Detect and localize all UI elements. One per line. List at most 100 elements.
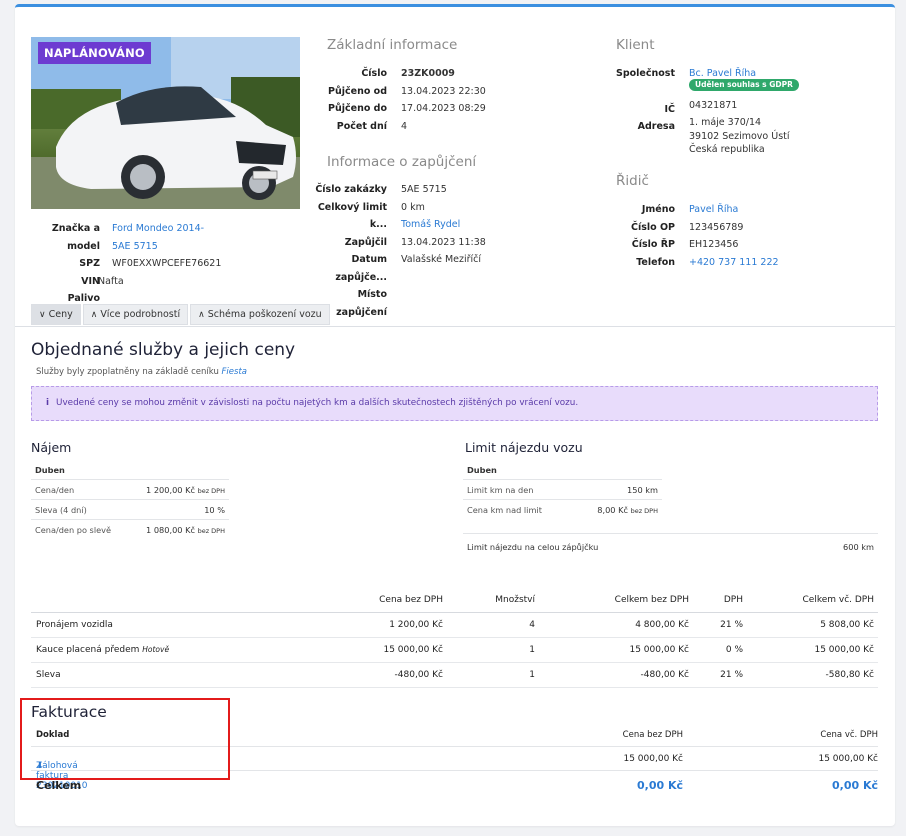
ic-value: 04321871: [689, 99, 738, 111]
tab-damage-scheme[interactable]: ∧ Schéma poškození vozu: [190, 304, 330, 325]
detail-tabs: ∨ Ceny ∧ Více podrobností ∧ Schéma poškozen…: [31, 304, 330, 325]
vin-value: WF0EXXWPCEFE76621: [112, 258, 222, 269]
services-title: Objednané služby a jejich ceny: [31, 340, 296, 360]
rent-table: Duben Cena/den 1 200,00 Kč bez DPH Sleva …: [31, 460, 229, 540]
vin-label: VIN: [81, 275, 100, 287]
col-total-vat: Celkem vč. DPH: [747, 588, 878, 613]
mileage-row-value: 8,00 Kč: [597, 505, 628, 515]
service-price: 1 200,00 Kč: [201, 612, 447, 638]
loan-date-value: 13.04.2023 11:38: [401, 236, 486, 248]
price-change-alert: i Uvedené ceny se mohou změnit v závislos…: [31, 386, 878, 421]
rent-row-value: 10 %: [204, 504, 225, 515]
services-subtitle: Služby byly zpoplatněny na základě ceník…: [36, 367, 247, 377]
tab-prices-label: Ceny: [48, 309, 73, 320]
invoice-net: 15 000,00 Kč: [623, 754, 683, 764]
service-total: -480,00 Kč: [539, 662, 693, 688]
rent-row-label: Cena/den po slevě: [35, 525, 112, 535]
chevron-down-icon: ∨: [39, 310, 46, 320]
alert-text: Uvedené ceny se mohou změnit v závislost…: [56, 398, 579, 408]
tabs-divider: [15, 326, 895, 327]
driver-title: Řidič: [616, 173, 649, 189]
from-value: 13.04.2023 22:30: [401, 85, 486, 97]
mileage-title: Limit nájezdu vozu: [465, 440, 583, 455]
lent-by-label: Zapůjčil: [344, 236, 387, 248]
reservation-number: 23ZK0009: [401, 68, 455, 79]
service-vat: 0 %: [693, 637, 747, 663]
mileage-table: Duben Limit km na den 150 km Cena km nad …: [463, 460, 662, 520]
total-gross: 0,00 Kč: [831, 779, 878, 792]
mileage-month: Duben: [463, 460, 662, 480]
col-price: Cena bez DPH: [201, 588, 447, 613]
days-value: 4: [401, 120, 408, 132]
mileage-row-value: 150 km: [627, 484, 658, 495]
rent-row-value: 1 080,00 Kč: [146, 525, 195, 535]
table-row: Cena/den 1 200,00 Kč bez DPH: [31, 480, 229, 500]
reservation-card: NAPLÁNOVÁNO Značka a model SPZ VIN Paliv…: [15, 4, 895, 826]
service-total: 4 800,00 Kč: [539, 612, 693, 638]
phone-link[interactable]: +420 737 111 222: [689, 254, 779, 272]
table-row: Sleva (4 dní) 10 %: [31, 500, 229, 520]
service-vat: 21 %: [693, 662, 747, 688]
vehicle-info: Značka a model SPZ VIN Palivo Ford Monde…: [21, 220, 222, 308]
table-row: Sleva -480,00 Kč 1 -480,00 Kč 21 % -580,…: [31, 662, 878, 688]
address-line3: Česká republika: [689, 144, 765, 155]
brand-model-link[interactable]: Ford Mondeo 2014-: [112, 220, 221, 238]
phone-label: Telefon: [636, 256, 675, 268]
chevron-up-icon: ∧: [198, 310, 205, 320]
loan-info-title: Informace o zapůjčení: [327, 154, 477, 170]
col-net: Cena bez DPH: [622, 730, 683, 740]
service-price: -480,00 Kč: [201, 662, 447, 688]
tab-more-details[interactable]: ∧ Více podrobností: [82, 304, 189, 325]
col-qty: Množství: [447, 588, 539, 613]
brand-model-label: Značka a model: [51, 223, 100, 252]
vehicle-photo: NAPLÁNOVÁNO: [31, 37, 300, 209]
service-total-vat: -580,80 Kč: [747, 662, 878, 688]
rp-label: Číslo ŘP: [631, 239, 675, 250]
to-label: Půjčeno do: [328, 103, 387, 114]
driver-name-link[interactable]: Pavel Říha: [689, 201, 779, 219]
col-vat: DPH: [693, 588, 747, 613]
rent-title: Nájem: [31, 440, 72, 455]
pricelist-link[interactable]: Fiesta: [222, 367, 247, 377]
days-label: Počet dní: [336, 120, 387, 132]
service-total-vat: 5 808,00 Kč: [747, 612, 878, 638]
service-qty: 4: [447, 612, 539, 638]
order-label: Číslo zakázky: [315, 184, 387, 195]
tab-prices[interactable]: ∨ Ceny: [31, 304, 81, 325]
service-qty: 1: [447, 637, 539, 663]
chevron-up-icon: ∧: [90, 310, 98, 320]
lent-by-link[interactable]: Tomáš Rydel: [401, 216, 486, 234]
order-value: 5AE 5715: [401, 184, 447, 195]
spz-link[interactable]: 5AE 5715: [112, 238, 221, 256]
tab-more-details-label: Více podrobností: [100, 309, 181, 320]
ic-label: IČ: [664, 103, 675, 115]
info-icon: i: [46, 398, 50, 408]
driver-name-label: Jméno: [641, 204, 675, 215]
table-row: Limit km na den 150 km: [463, 480, 662, 500]
op-label: Číslo OP: [630, 221, 675, 233]
loan-date-label: Datum zapůjče...: [335, 254, 387, 283]
driver-info: Jméno Číslo OP Číslo ŘP Telefon Pavel Ří…: [595, 201, 779, 271]
rent-row-value: 1 200,00 Kč: [146, 484, 195, 495]
mileage-total: Limit nájezdu na celou zápůjčku 600 km: [463, 533, 878, 552]
basic-info-title: Základní informace: [327, 37, 458, 53]
table-row: Pronájem vozidla 1 200,00 Kč 4 4 800,00 …: [31, 612, 878, 638]
status-badge: NAPLÁNOVÁNO: [38, 42, 151, 64]
rent-month: Duben: [31, 460, 229, 480]
tab-damage-scheme-label: Schéma poškození vozu: [207, 309, 322, 320]
rent-row-note: bez DPH: [197, 486, 225, 495]
table-row: Cena/den po slevě 1 080,00 Kč bez DPH: [31, 520, 229, 540]
service-note: Hotově: [142, 644, 170, 654]
table-header: Cena bez DPH Množství Celkem bez DPH DPH…: [31, 588, 878, 613]
invoice-gross: 15 000,00 Kč: [818, 754, 878, 764]
mileage-month-label: Duben: [467, 464, 497, 475]
mileage-total-value: 600 km: [843, 542, 874, 552]
total-label: Celkem: [36, 779, 82, 792]
limit-value: 0 km: [401, 201, 425, 213]
service-name: Pronájem vozidla: [36, 619, 113, 630]
client-title: Klient: [616, 37, 655, 53]
col-name: [31, 588, 201, 613]
gdpr-badge: Udělen souhlas s GDPR: [689, 78, 799, 91]
address-line2: 39102 Sezimovo Ústí: [689, 130, 790, 142]
mileage-row-label: Limit km na den: [467, 484, 534, 495]
